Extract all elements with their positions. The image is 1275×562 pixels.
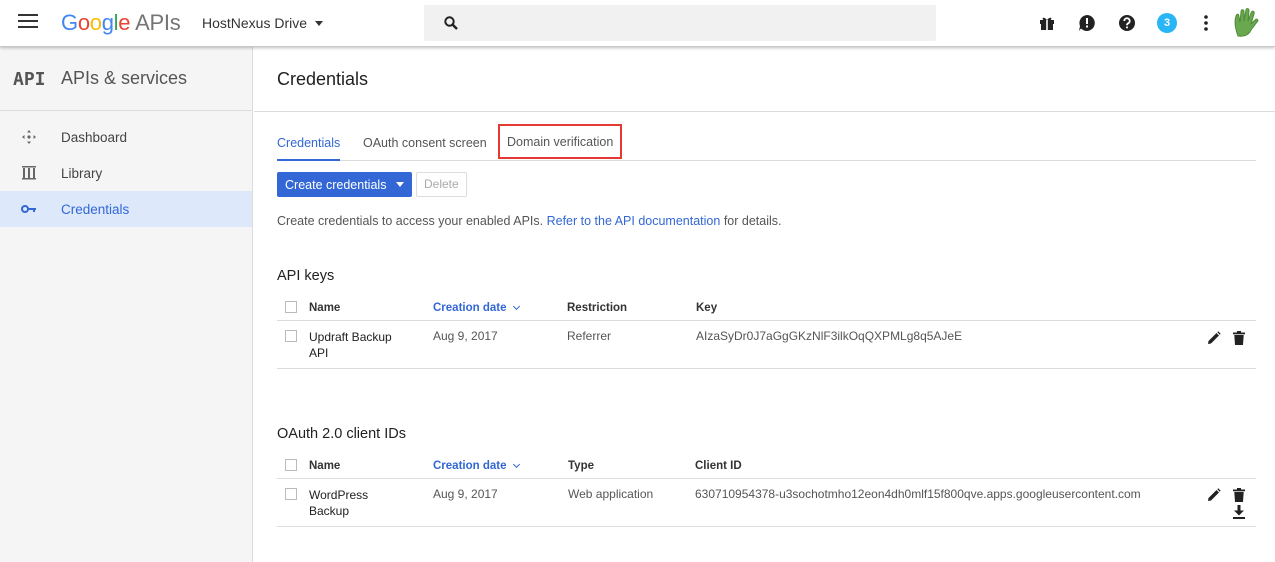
column-label: Creation date [433, 460, 507, 472]
logo-suffix: APIs [135, 10, 181, 35]
project-name: HostNexus Drive [202, 15, 308, 31]
help-icon[interactable] [1117, 13, 1137, 33]
column-type: Type [568, 460, 594, 472]
more-vert-icon[interactable] [1196, 13, 1216, 33]
delete-button: Delete [416, 172, 467, 197]
sidebar-item-library[interactable]: Library [0, 155, 252, 191]
sort-arrow-icon [512, 302, 520, 311]
sidebar: API APIs & services Dashboard Library Cr… [0, 47, 253, 562]
column-name: Name [309, 302, 341, 314]
logo-letter: o [77, 10, 90, 35]
row-name[interactable]: WordPress Backup [309, 487, 368, 519]
search-box[interactable] [424, 5, 936, 41]
table-row: Updraft Backup API Aug 9, 2017 Referrer A… [277, 321, 1256, 369]
table-row: WordPress Backup Aug 9, 2017 Web applicat… [277, 479, 1256, 527]
table-header: Name Creation date Type Client ID [277, 453, 1256, 479]
logo-letter: g [101, 10, 114, 35]
sidebar-item-label: Credentials [61, 201, 130, 217]
tab-credentials[interactable]: Credentials [277, 124, 341, 161]
search-input[interactable] [468, 5, 928, 41]
notification-count: 3 [1157, 13, 1177, 33]
sidebar-item-label: Library [61, 165, 103, 181]
feedback-icon[interactable] [1077, 13, 1097, 33]
logo-letter: G [61, 10, 78, 35]
main-content: Credentials Credentials OAuth consent sc… [254, 47, 1275, 562]
tab-domain-verification[interactable]: Domain verification [498, 124, 623, 159]
row-name-line: Backup [309, 504, 350, 518]
sidebar-item-label: Dashboard [61, 129, 128, 145]
sidebar-item-dashboard[interactable]: Dashboard [0, 119, 252, 155]
delete-icon[interactable] [1233, 488, 1247, 502]
column-name: Name [309, 460, 341, 472]
row-api-key: AIzaSyDr0J7aGgGKzNlF3ilkOqQXPMLg8q5AJeE [696, 329, 963, 343]
credentials-description: Create credentials to access your enable… [277, 214, 781, 228]
row-name[interactable]: Updraft Backup API [309, 329, 392, 361]
sidebar-header: API APIs & services [0, 47, 252, 111]
edit-icon[interactable] [1207, 331, 1221, 345]
tab-bar: Credentials OAuth consent screen Domain … [277, 124, 1256, 161]
row-date: Aug 9, 2017 [433, 329, 498, 343]
row-name-line: API [309, 346, 329, 360]
column-key: Key [696, 302, 718, 314]
avatar[interactable] [1232, 8, 1260, 38]
row-name-line: Updraft Backup [309, 330, 392, 344]
sidebar-title: APIs & services [61, 68, 188, 88]
row-checkbox[interactable] [285, 330, 297, 342]
dashboard-icon [20, 129, 38, 145]
create-credentials-label: Create credentials [285, 177, 387, 192]
select-all-checkbox[interactable] [285, 459, 297, 471]
sidebar-item-credentials[interactable]: Credentials [0, 191, 252, 227]
download-icon[interactable] [1233, 505, 1247, 519]
row-checkbox[interactable] [285, 488, 297, 500]
delete-icon[interactable] [1233, 331, 1247, 345]
create-credentials-button[interactable]: Create credentials [277, 172, 413, 197]
api-keys-heading: API keys [277, 268, 335, 284]
logo-letter: o [89, 10, 102, 35]
column-restriction: Restriction [567, 302, 628, 314]
row-restriction: Referrer [567, 329, 612, 343]
tab-label: Credentials [277, 136, 341, 150]
row-name-line: WordPress [309, 488, 369, 502]
project-selector[interactable]: HostNexus Drive [202, 15, 324, 31]
oauth-client-ids-heading: OAuth 2.0 client IDs [277, 426, 406, 442]
table-header: Name Creation date Restriction Key [277, 295, 1256, 321]
key-icon [20, 201, 38, 217]
api-keys-table: Name Creation date Restriction Key Updra… [277, 295, 1256, 369]
caret-down-icon [396, 182, 405, 187]
page-title: Credentials [277, 69, 369, 89]
tab-label: Domain verification [507, 135, 614, 149]
page-header: Credentials [254, 47, 1275, 112]
row-client-id: 630710954378-u3sochotmho12eon4dh0mlf15f8… [695, 487, 1141, 501]
edit-icon[interactable] [1207, 488, 1221, 502]
api-documentation-link[interactable]: Refer to the API documentation [547, 214, 721, 228]
gift-icon[interactable] [1037, 13, 1057, 33]
search-icon [444, 16, 458, 30]
tab-oauth-consent-screen[interactable]: OAuth consent screen [363, 124, 487, 161]
column-creation-date[interactable]: Creation date [433, 302, 520, 314]
library-icon [20, 165, 38, 181]
column-creation-date[interactable]: Creation date [433, 460, 520, 472]
row-type: Web application [568, 487, 654, 501]
oauth-client-ids-table: Name Creation date Type Client ID WordPr… [277, 453, 1256, 527]
tab-label: OAuth consent screen [363, 136, 487, 150]
menu-icon[interactable] [18, 14, 38, 32]
caret-down-icon [315, 21, 324, 26]
google-apis-logo[interactable]: Google APIs [61, 10, 181, 36]
description-suffix: for details. [723, 214, 782, 228]
select-all-checkbox[interactable] [285, 301, 297, 313]
row-date: Aug 9, 2017 [433, 487, 498, 501]
sort-arrow-icon [512, 460, 520, 469]
column-label: Creation date [433, 302, 507, 314]
column-client-id: Client ID [695, 460, 742, 472]
description-text: Create credentials to access your enable… [277, 214, 544, 228]
notifications-badge[interactable]: 3 [1157, 13, 1177, 33]
logo-letter: e [118, 10, 131, 35]
top-app-bar: Google APIs HostNexus Drive 3 [0, 0, 1275, 47]
api-icon: API [13, 69, 46, 90]
